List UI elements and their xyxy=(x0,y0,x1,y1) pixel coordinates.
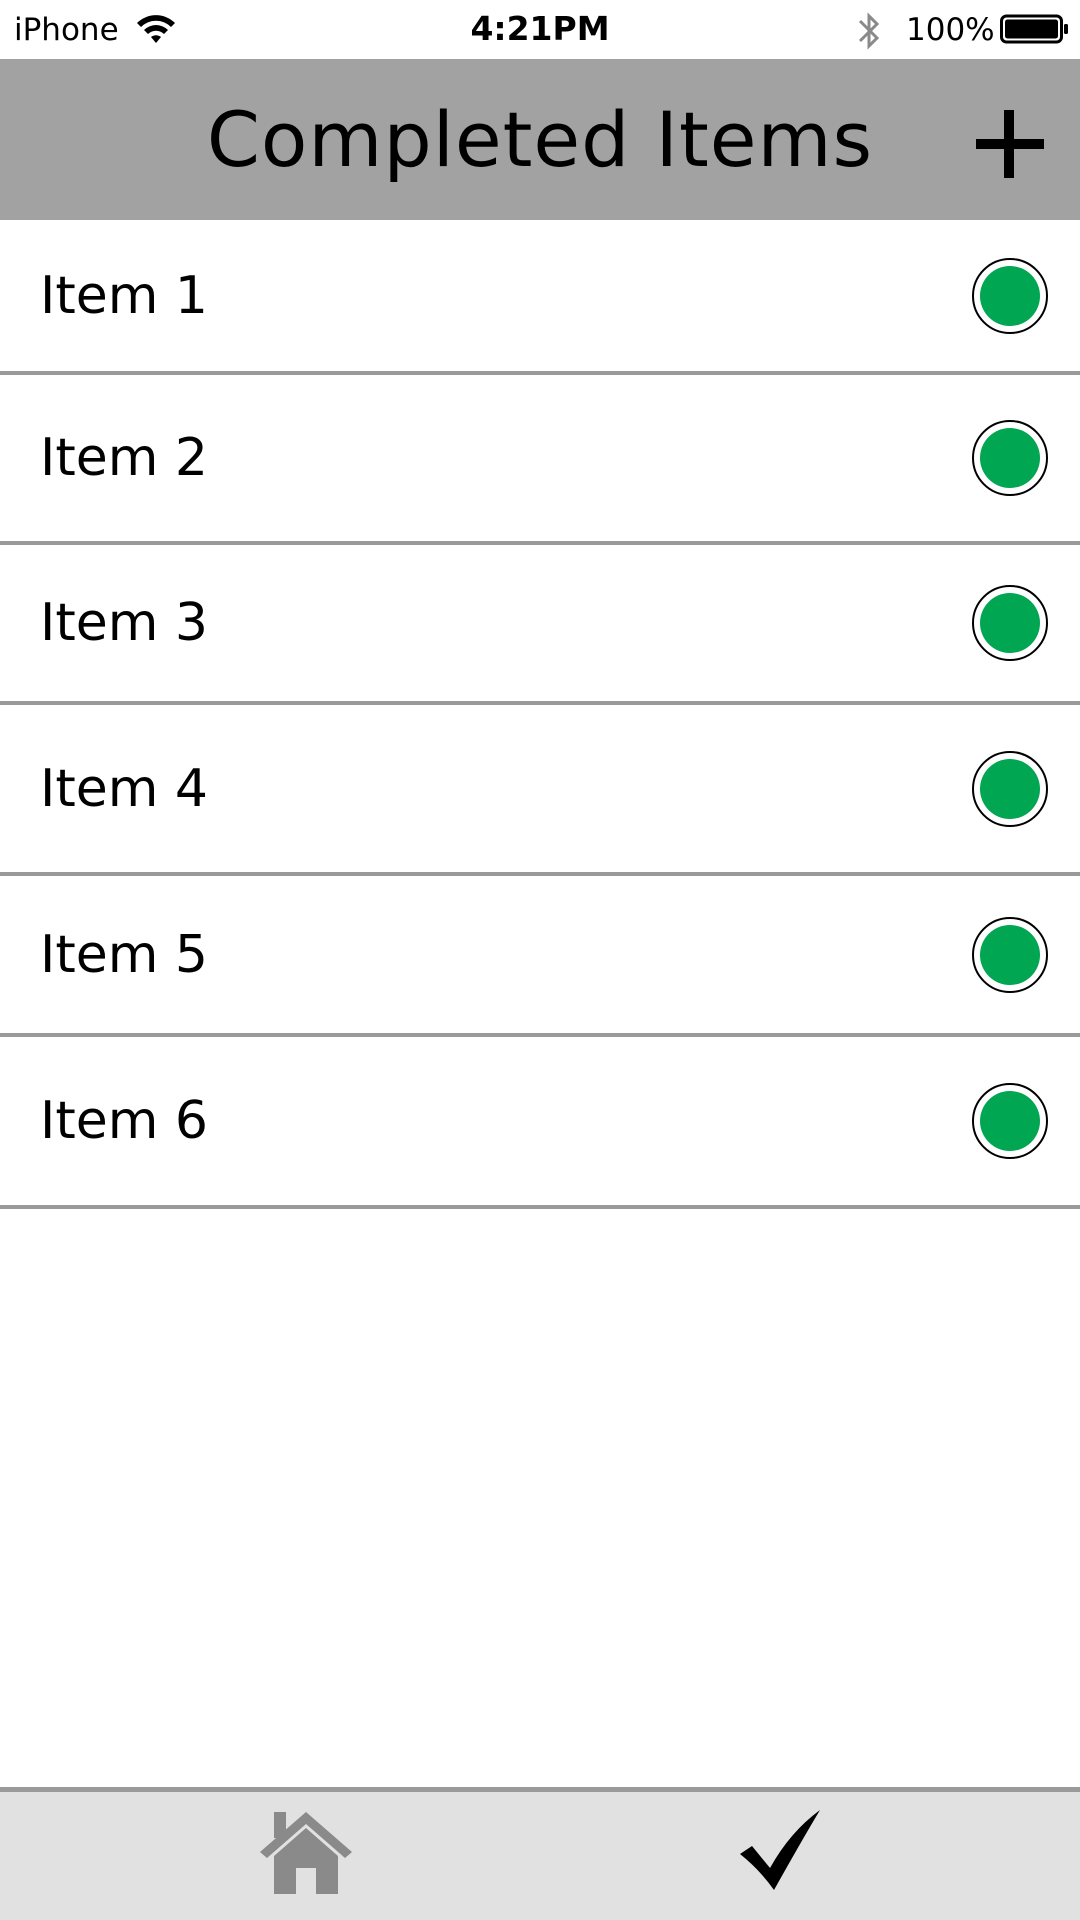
tab-bar xyxy=(0,1787,1080,1920)
list-item-label: Item 3 xyxy=(40,593,208,653)
battery-icon xyxy=(1000,14,1068,44)
list-item-label: Item 6 xyxy=(40,1091,208,1151)
status-dot-fill xyxy=(980,265,1040,326)
completed-status-icon[interactable] xyxy=(972,916,1048,993)
status-dot-fill xyxy=(980,758,1040,819)
nav-header: Completed Items xyxy=(0,59,1080,220)
page-title: Completed Items xyxy=(206,95,874,184)
status-dot-fill xyxy=(980,428,1040,488)
checkmark-icon[interactable] xyxy=(738,1810,822,1892)
completed-status-icon[interactable] xyxy=(972,1083,1048,1159)
list-item[interactable]: Item 4 xyxy=(0,705,1080,876)
list-item[interactable]: Item 1 xyxy=(0,220,1080,375)
list-item[interactable]: Item 2 xyxy=(0,375,1080,545)
status-bar: iPhone 4:21PM 100% xyxy=(0,0,1080,59)
completed-status-icon[interactable] xyxy=(972,750,1048,827)
list-item-label: Item 1 xyxy=(40,265,208,326)
home-icon[interactable] xyxy=(258,1806,354,1896)
list-item[interactable]: Item 5 xyxy=(0,876,1080,1037)
completed-status-icon[interactable] xyxy=(972,420,1048,496)
list-item-label: Item 4 xyxy=(40,758,208,819)
status-dot-fill xyxy=(980,593,1040,653)
list-item-label: Item 2 xyxy=(40,428,208,488)
completed-status-icon[interactable] xyxy=(972,585,1048,661)
battery-percent-label: 100% xyxy=(906,12,995,48)
list-item[interactable]: Item 6 xyxy=(0,1037,1080,1209)
list-item[interactable]: Item 3 xyxy=(0,545,1080,705)
plus-icon[interactable] xyxy=(970,104,1050,184)
completed-status-icon[interactable] xyxy=(972,257,1048,334)
bluetooth-icon xyxy=(858,12,880,50)
completed-items-list: Item 1 Item 2 Item 3 Item 4 Item 5 Item … xyxy=(0,220,1080,1209)
screen: iPhone 4:21PM 100% Completed Items Item … xyxy=(0,0,1080,1920)
status-dot-fill xyxy=(980,1091,1040,1151)
status-dot-fill xyxy=(980,924,1040,985)
list-item-label: Item 5 xyxy=(40,924,208,985)
